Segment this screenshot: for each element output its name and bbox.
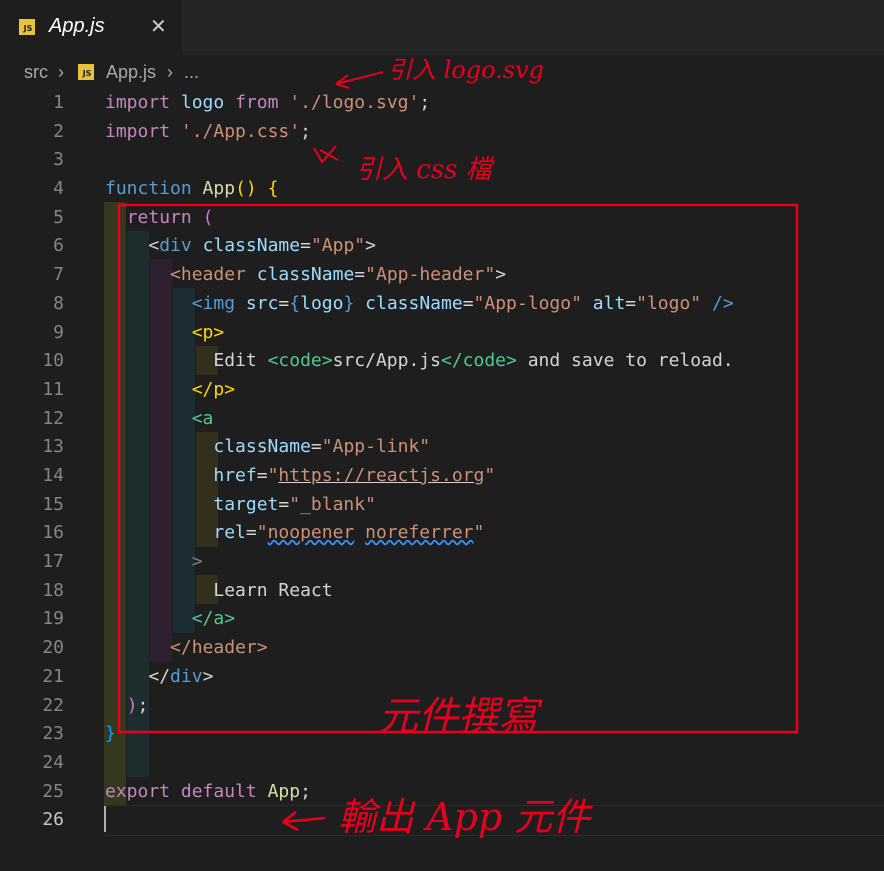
code-line-11: </p> <box>191 379 236 400</box>
code-line-16: rel="noopener noreferrer" <box>213 522 485 543</box>
breadcrumb-file[interactable]: App.js <box>106 62 156 83</box>
line-number: 7 <box>53 264 64 285</box>
code-line-20: </header> <box>170 637 268 658</box>
line-number: 25 <box>42 781 64 802</box>
code-line-2: import './App.css'; <box>105 121 311 142</box>
line-number: 13 <box>42 436 64 457</box>
chevron-right-icon: › <box>58 62 64 82</box>
line-number: 23 <box>42 723 64 744</box>
line-number: 20 <box>42 637 64 658</box>
line-number: 22 <box>42 695 64 716</box>
code-line-5: return ( <box>126 207 214 228</box>
code-line-7: <header className="App-header"> <box>170 264 507 285</box>
code-line-9: <p> <box>191 322 225 343</box>
line-number: 3 <box>53 149 64 170</box>
text-cursor <box>104 806 106 832</box>
line-number: 6 <box>53 235 64 256</box>
code-editor[interactable]: 1 2 3 4 5 6 7 8 9 10 11 12 13 14 15 16 1… <box>0 88 884 871</box>
line-number: 16 <box>42 522 64 543</box>
code-line-10: Edit <code>src/App.js</code> and save to… <box>213 350 734 371</box>
line-number: 14 <box>42 465 64 486</box>
code-line-6: <div className="App"> <box>148 235 376 256</box>
chevron-right-icon: › <box>167 62 173 82</box>
line-number: 2 <box>53 121 64 142</box>
line-number: 17 <box>42 551 64 572</box>
line-number: 12 <box>42 408 64 429</box>
line-number: 18 <box>42 580 64 601</box>
line-number: 24 <box>42 752 64 773</box>
line-number: 19 <box>42 608 64 629</box>
js-file-icon: JS <box>78 64 94 80</box>
code-line-4: function App() { <box>105 178 279 199</box>
tab-app-js[interactable]: JS App.js ✕ <box>0 0 182 55</box>
close-icon[interactable]: ✕ <box>150 14 167 38</box>
code-line-13: className="App-link" <box>213 436 431 457</box>
code-line-17: > <box>191 551 203 572</box>
code-line-21: </div> <box>148 666 214 687</box>
js-file-icon: JS <box>19 19 35 35</box>
current-line-highlight <box>105 805 884 836</box>
tab-title: App.js <box>49 15 105 37</box>
breadcrumb: src › JS App.js › ... <box>0 56 884 88</box>
code-line-14: href="https://reactjs.org" <box>213 465 496 486</box>
code-line-22: ); <box>126 695 149 716</box>
code-line-19: </a> <box>191 608 236 629</box>
line-number: 15 <box>42 494 64 515</box>
breadcrumb-folder[interactable]: src <box>24 62 48 83</box>
line-number: 8 <box>53 293 64 314</box>
line-number-active: 26 <box>42 809 64 830</box>
tab-bar: JS App.js ✕ <box>0 0 884 55</box>
line-number: 9 <box>53 322 64 343</box>
line-number: 11 <box>42 379 64 400</box>
code-line-18: Learn React <box>213 580 333 601</box>
line-number: 1 <box>53 92 64 113</box>
code-line-23: } <box>105 723 116 744</box>
line-number: 21 <box>42 666 64 687</box>
code-line-15: target="_blank" <box>213 494 376 515</box>
line-number: 5 <box>53 207 64 228</box>
code-line-8: <img src={logo} className="App-logo" alt… <box>191 293 734 314</box>
breadcrumb-more[interactable]: ... <box>184 62 199 83</box>
url-link[interactable]: https://reactjs.org <box>278 465 484 486</box>
line-number: 10 <box>42 350 64 371</box>
code-line-1: import logo from './logo.svg'; <box>105 92 431 113</box>
code-line-25: export default App; <box>105 781 311 802</box>
code-line-12: <a <box>191 408 214 429</box>
line-number: 4 <box>53 178 64 199</box>
